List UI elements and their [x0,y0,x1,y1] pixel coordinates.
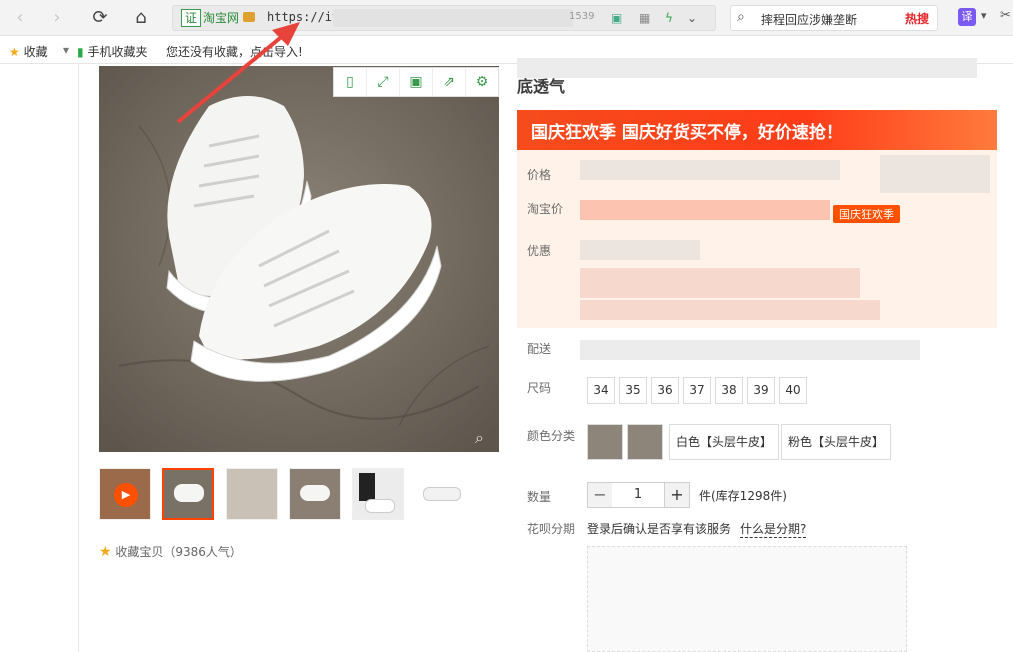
quantity-input[interactable]: 1 [612,482,664,508]
promo-banner: 国庆狂欢季 国庆好货买不停，好价速抢！ [517,110,997,150]
back-icon[interactable]: ‹ [10,8,30,28]
thumbnail-shoe [174,484,204,502]
huabei-text: 登录后确认是否享有该服务 [587,522,732,536]
color-swatch-image-2[interactable] [627,424,663,460]
lightning-icon[interactable]: ϟ [665,11,673,25]
site-name: 淘宝网 [203,11,240,25]
size-option[interactable]: 34 [587,377,615,404]
divider [78,64,79,652]
thumbnail-shoe [300,485,330,501]
color-option-white[interactable]: 白色【头层牛皮】 [669,424,780,460]
huabei-redacted [587,546,907,652]
cert-badge: 证 [181,9,202,27]
favorite-text: 收藏宝贝（9386人气） [115,545,242,559]
taobao-price-label: 淘宝价 [527,202,564,216]
discount-redacted-1 [580,240,700,260]
favorites-dropdown-icon[interactable]: ▾ [63,43,69,57]
zoom-icon[interactable]: ⌕ [475,428,484,448]
discount-redacted-2 [580,268,860,298]
share-icon[interactable]: ⇗ [433,68,466,96]
decrease-button[interactable]: − [587,482,613,508]
product-title: 底透气 [517,77,566,96]
translate-icon[interactable]: 译 [958,8,976,26]
thumbnail-selected[interactable] [162,468,214,520]
size-option[interactable]: 39 [747,377,775,404]
color-option-pink[interactable]: 粉色【头层牛皮】 [781,424,892,460]
thumbnail-shoe [423,487,461,501]
thumbnail-shoe [365,499,395,513]
search-icon: ⌕ [737,9,745,25]
bookmark-hint[interactable]: 您还没有收藏，点击导入! [166,43,303,60]
qr-icon[interactable]: ▣ [611,11,622,25]
forward-icon[interactable]: › [47,8,67,28]
chevron-down-icon[interactable]: ⌄ [687,11,697,25]
info-redacted [880,155,990,193]
size-option[interactable]: 37 [683,377,711,404]
size-option[interactable]: 38 [715,377,743,404]
url-redacted [333,9,573,27]
star-icon: ★ [99,544,112,560]
favorite-item[interactable]: ★ 收藏宝贝（9386人气） [99,543,242,560]
size-option[interactable]: 36 [651,377,679,404]
thumbnail-5[interactable] [352,468,404,520]
size-option[interactable]: 35 [619,377,647,404]
url-fragment: 1539 [569,11,595,22]
price-redacted [580,160,840,180]
size-label: 尺码 [527,381,552,395]
address-bar[interactable]: 证 淘宝网 https://it 1539 ▣ ▦ ϟ ⌄ [172,5,716,31]
image-toolbar: ▯ ⤢ ▣ ⇗ ⚙ [333,67,499,97]
delivery-redacted [580,340,920,360]
price-label: 价格 [527,168,552,182]
promo-tag: 国庆狂欢季 国庆好货买不停，好价速抢！ [531,123,843,143]
size-option[interactable]: 40 [779,377,807,404]
color-swatch-image-1[interactable] [587,424,623,460]
scissors-icon[interactable]: ✂ [1000,8,1011,23]
search-text[interactable]: 摔程回应涉嫌垄断 [761,11,857,28]
bookmark-mobile[interactable]: ▮ 手机收藏夹 [77,43,147,60]
grid-icon[interactable]: ▦ [639,11,650,25]
thumbnail-legs [359,473,375,501]
refresh-icon[interactable]: ⟳ [90,8,110,28]
settings-icon[interactable]: ⚙ [466,68,498,96]
phone-icon: ▮ [77,45,84,59]
phone-view-icon[interactable]: ▯ [334,68,367,96]
huabei-link[interactable]: 什么是分期? [740,520,807,538]
thumbnail-4[interactable] [289,468,341,520]
huabei-label: 花呗分期 [527,522,576,536]
increase-button[interactable]: + [664,482,690,508]
mobile-label: 手机收藏夹 [87,45,148,59]
discount-label: 优惠 [527,244,552,258]
dropdown-icon[interactable]: ▾ [981,9,987,22]
favorites-label: 收藏 [23,45,48,59]
title-redacted [517,58,977,78]
lock-icon [243,12,255,22]
save-icon[interactable]: ▣ [400,68,433,96]
stock-text: 件(库存1298件) [699,489,787,503]
expand-icon[interactable]: ⤢ [367,68,400,96]
taobao-price-redacted [580,200,830,220]
url-text[interactable]: https://it [267,10,339,24]
browser-toolbar: ‹ › ⟳ ⌂ 证 淘宝网 https://it 1539 ▣ ▦ ϟ ⌄ ⌕ … [0,0,1013,36]
play-icon: ▶ [114,483,138,507]
thumbnail-3[interactable] [226,468,278,520]
home-icon[interactable]: ⌂ [131,8,151,28]
festival-badge: 国庆狂欢季 [833,205,900,223]
color-label: 颜色分类 [527,429,576,443]
main-product-image[interactable] [99,66,499,452]
bookmark-favorites[interactable]: ★ 收藏 [9,43,48,60]
quantity-label: 数量 [527,490,552,504]
star-icon: ★ [9,45,20,59]
thumbnail-video[interactable]: ▶ [99,468,151,520]
search-box[interactable]: ⌕ 摔程回应涉嫌垄断 热搜 [730,5,938,31]
hot-search-label[interactable]: 热搜 [905,10,929,27]
discount-redacted-3 [580,300,880,320]
thumbnail-6[interactable] [416,468,468,520]
delivery-label: 配送 [527,342,552,356]
